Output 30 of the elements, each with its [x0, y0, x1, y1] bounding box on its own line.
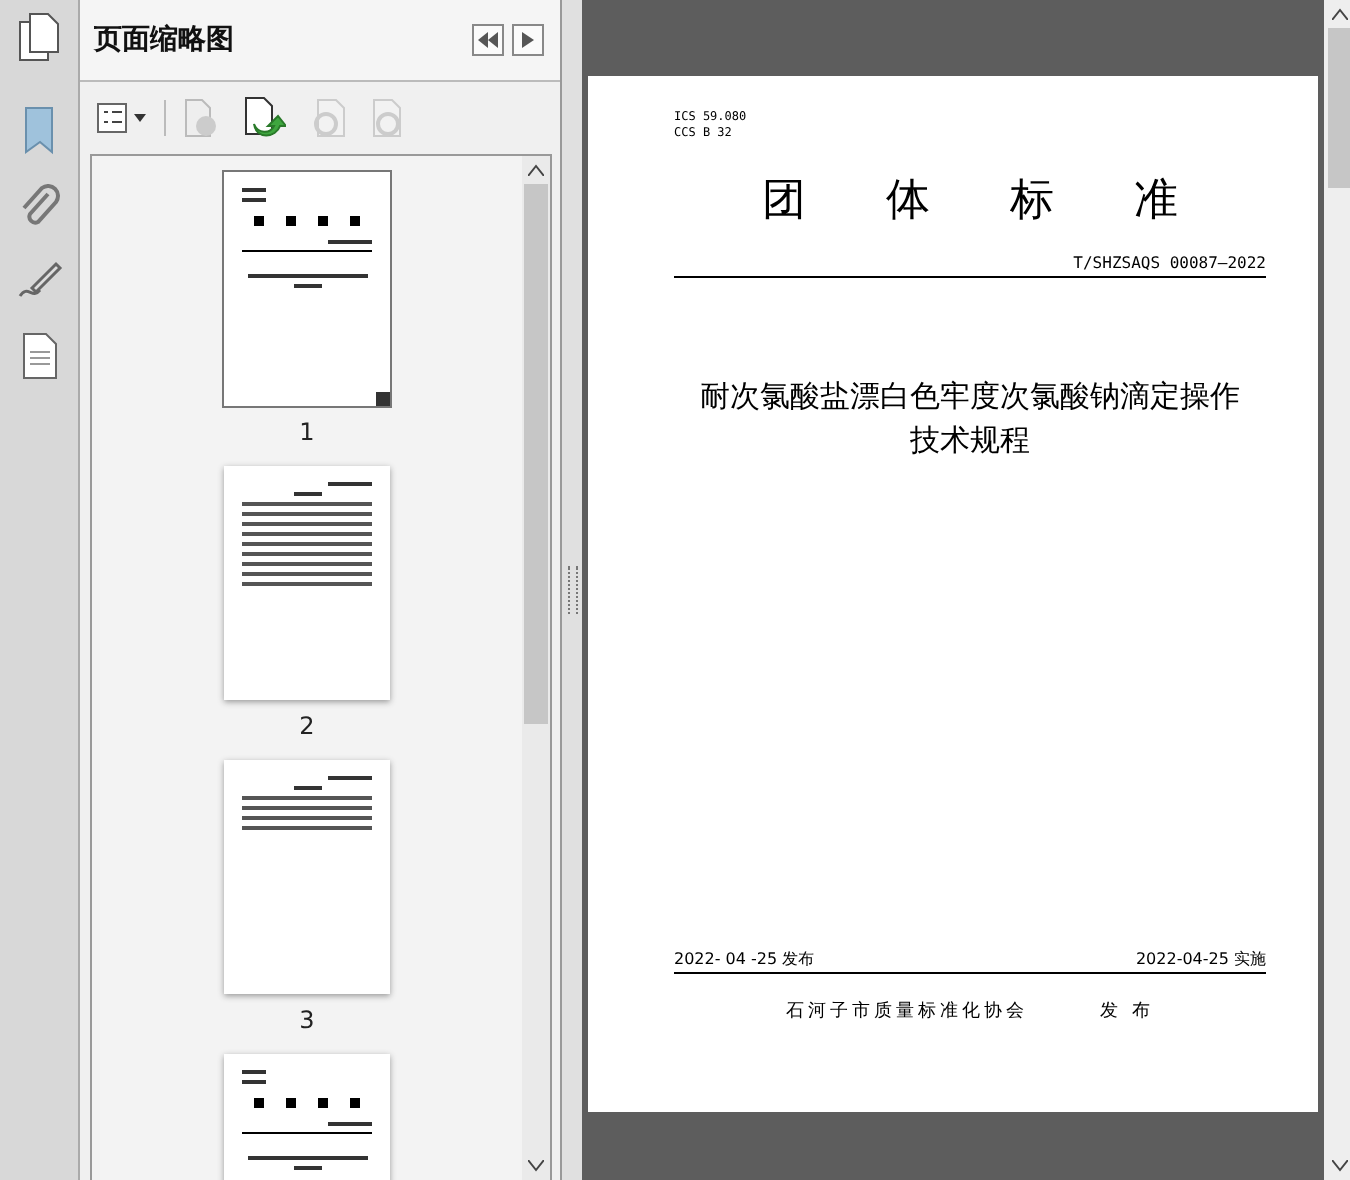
standard-number: T/SHZSAQS 00087—2022 — [674, 254, 1266, 278]
double-left-arrow-icon — [478, 32, 498, 48]
collapse-left-button[interactable] — [472, 24, 504, 56]
right-arrow-icon — [522, 32, 534, 48]
scrollbar-thumb[interactable] — [1327, 28, 1350, 188]
pages-icon[interactable] — [15, 12, 63, 64]
document-title: 耐次氯酸盐漂白色牢度次氯酸钠滴定操作技术规程 — [698, 376, 1242, 462]
scroll-down-icon[interactable] — [1331, 1160, 1347, 1172]
page-thumbnail[interactable] — [224, 760, 390, 994]
scroll-up-icon[interactable] — [1331, 8, 1347, 20]
page-number: 2 — [299, 712, 315, 740]
page-thumbnail[interactable] — [224, 172, 390, 406]
document-heading: 团体标准 — [760, 174, 1260, 230]
scroll-down-icon[interactable] — [528, 1160, 544, 1172]
scroll-up-icon[interactable] — [528, 164, 544, 176]
document-icon[interactable] — [19, 332, 59, 380]
publish-label: 发 布 — [1100, 999, 1154, 1024]
effective-date: 2022-04-25 实施 — [1135, 948, 1266, 970]
scrollbar-thumb[interactable] — [524, 184, 548, 724]
expand-right-button[interactable] — [512, 24, 544, 56]
page-thumbnail[interactable] — [224, 466, 390, 700]
page-arrow-icon[interactable] — [242, 96, 286, 140]
issue-date: 2022- 04 -25 发布 — [674, 948, 815, 970]
scrollbar[interactable] — [522, 156, 550, 1180]
panel-title: 页面缩略图 — [94, 22, 236, 58]
options-menu-icon[interactable] — [96, 102, 148, 134]
page-number: 1 — [299, 418, 315, 446]
scrollbar[interactable] — [1324, 0, 1350, 1180]
publisher-name: 石河子市质量标准化协会 — [786, 999, 1029, 1024]
page-number: 3 — [299, 1006, 315, 1034]
